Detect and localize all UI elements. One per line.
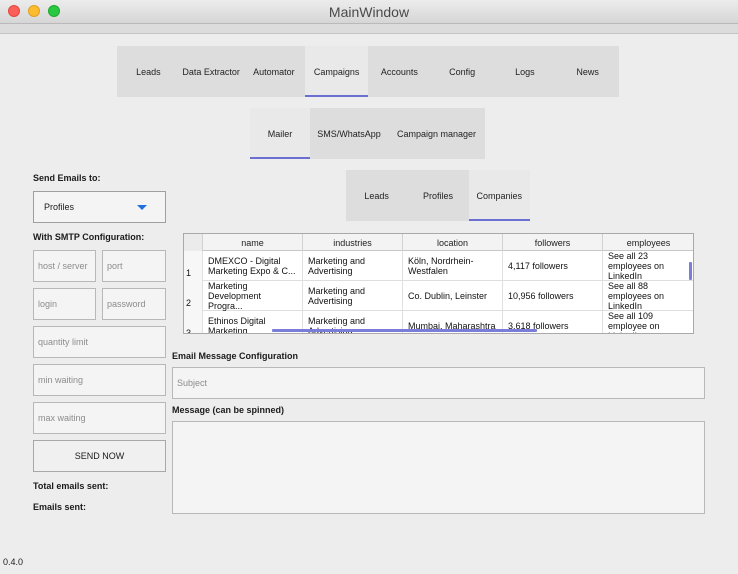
cell-employees[interactable]: See all 23 employees on LinkedIn [603, 251, 693, 281]
column-header-employees[interactable]: employees [603, 234, 693, 251]
column-header-location[interactable]: location [403, 234, 503, 251]
vertical-scrollbar[interactable] [689, 262, 692, 280]
tab-sms-whatsapp[interactable]: SMS/WhatsApp [310, 108, 388, 159]
window-title: MainWindow [328, 4, 410, 20]
total-emails-sent-label: Total emails sent: [33, 481, 109, 491]
host-input[interactable]: host / server [33, 250, 96, 282]
main-tab-bar: Leads Data Extractor Automator Campaigns… [117, 46, 619, 97]
tab-data-leads[interactable]: Leads [346, 170, 407, 221]
cell-industries[interactable]: Marketing and Advertising [303, 281, 403, 311]
table-row[interactable]: 2 Marketing Development Progra... Market… [184, 281, 693, 311]
tab-accounts[interactable]: Accounts [368, 46, 431, 97]
emails-sent-label: Emails sent: [33, 502, 87, 512]
message-label: Message (can be spinned) [172, 405, 285, 415]
tab-campaign-manager[interactable]: Campaign manager [388, 108, 485, 159]
send-now-button[interactable]: SEND NOW [33, 440, 166, 472]
message-textarea[interactable] [172, 421, 705, 514]
tab-news[interactable]: News [556, 46, 619, 97]
max-waiting-input[interactable]: max waiting [33, 402, 166, 434]
cell-employees[interactable]: See all 109 employee on LinkedIn [603, 311, 693, 333]
email-config-label: Email Message Configuration [172, 351, 299, 361]
send-emails-label: Send Emails to: [33, 173, 101, 183]
login-input[interactable]: login [33, 288, 96, 320]
column-header-name[interactable]: name [203, 234, 303, 251]
table-row[interactable]: 1 DMEXCO - Digital Marketing Expo & C...… [184, 251, 693, 281]
row-number: 1 [184, 251, 203, 281]
version-label: 0.4.0 [3, 557, 24, 567]
companies-table[interactable]: name industries location followers emplo… [183, 233, 694, 334]
column-header-industries[interactable]: industries [303, 234, 403, 251]
row-number: 2 [184, 281, 203, 311]
subject-input[interactable]: Subject [172, 367, 705, 399]
data-tab-bar: Leads Profiles Companies [346, 170, 531, 221]
port-input[interactable]: port [102, 250, 166, 282]
column-header-followers[interactable]: followers [503, 234, 603, 251]
min-waiting-input[interactable]: min waiting [33, 364, 166, 396]
campaign-sub-tab-bar: Mailer SMS/WhatsApp Campaign manager [250, 108, 485, 159]
horizontal-scrollbar[interactable] [272, 329, 537, 332]
send-to-value: Profiles [44, 202, 75, 212]
cell-location[interactable]: Köln, Nordrhein-Westfalen [403, 251, 503, 281]
tab-logs[interactable]: Logs [494, 46, 557, 97]
cell-name[interactable]: DMEXCO - Digital Marketing Expo & C... [203, 251, 303, 281]
cell-industries[interactable]: Marketing and Advertising [303, 251, 403, 281]
quantity-limit-input[interactable]: quantity limit [33, 326, 166, 358]
table-header: name industries location followers emplo… [184, 234, 693, 251]
cell-name[interactable]: Marketing Development Progra... [203, 281, 303, 311]
cell-employees[interactable]: See all 88 employees on LinkedIn [603, 281, 693, 311]
smtp-config-label: With SMTP Configuration: [33, 232, 145, 242]
tab-config[interactable]: Config [431, 46, 494, 97]
tab-automator[interactable]: Automator [243, 46, 306, 97]
cell-location[interactable]: Co. Dublin, Leinster [403, 281, 503, 311]
toolbar-strip [0, 24, 738, 34]
tab-data-profiles[interactable]: Profiles [407, 170, 468, 221]
send-to-dropdown[interactable]: Profiles [33, 191, 166, 223]
tab-campaigns[interactable]: Campaigns [305, 46, 368, 97]
table-corner[interactable] [184, 234, 203, 251]
title-bar: MainWindow [0, 0, 738, 24]
chevron-down-icon [137, 205, 147, 210]
tab-leads[interactable]: Leads [117, 46, 180, 97]
cell-followers[interactable]: 4,117 followers [503, 251, 603, 281]
tab-data-companies[interactable]: Companies [468, 170, 531, 221]
tab-mailer[interactable]: Mailer [250, 108, 310, 159]
password-input[interactable]: password [102, 288, 166, 320]
row-number: 3 [184, 311, 203, 333]
cell-followers[interactable]: 10,956 followers [503, 281, 603, 311]
tab-data-extractor[interactable]: Data Extractor [180, 46, 243, 97]
